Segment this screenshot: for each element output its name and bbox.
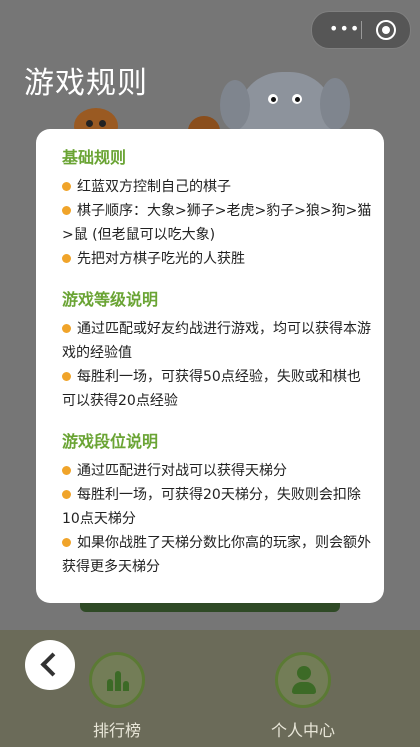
bar (123, 681, 129, 691)
game-rules-screen: ••• 游戏规则 基础规则 红蓝双方控制自己的棋子 棋子顺序：大象>狮子>老虎>… (0, 0, 420, 747)
rule-item: 先把对方棋子吃光的人获胜 (62, 247, 372, 271)
bullet-dot (62, 371, 71, 381)
elephant-eye (268, 94, 278, 104)
section-title: 游戏等级说明 (62, 290, 159, 309)
bar (107, 679, 113, 691)
mini-program-capsule: ••• (311, 11, 411, 49)
rule-item: 通过匹配进行对战可以获得天梯分 (62, 459, 372, 483)
rule-item: 通过匹配或好友约战进行游戏，均可以获得本游戏的经验值 (62, 321, 371, 361)
rule-item: 棋子顺序：大象>狮子>老虎>豹子>狼>狗>猫>鼠 (但老鼠可以吃大象) (62, 203, 372, 243)
rule-item: 每胜利一场，可获得20天梯分，失败则会扣除10点天梯分 (62, 487, 361, 527)
tiger-eye (86, 120, 93, 127)
elephant-eye (292, 94, 302, 104)
profile-button[interactable] (275, 652, 331, 708)
rules-section-level: 游戏等级说明 通过匹配或好友约战进行游戏，均可以获得本游戏的经验值 每胜利一场，… (62, 289, 372, 413)
profile-label[interactable]: 个人中心 (243, 717, 363, 741)
ranking-label[interactable]: 排行榜 (57, 717, 177, 741)
section-title: 游戏段位说明 (62, 432, 159, 451)
rule-item: 每胜利一场，可获得50点经验，失败或和棋也可以获得20点经验 (62, 369, 361, 409)
bar (115, 671, 121, 691)
rules-card: 基础规则 红蓝双方控制自己的棋子 棋子顺序：大象>狮子>老虎>豹子>狼>狗>猫>… (36, 129, 384, 603)
bar-chart-icon (107, 671, 129, 691)
rules-section-rank: 游戏段位说明 通过匹配进行对战可以获得天梯分 每胜利一场，可获得20天梯分，失败… (62, 431, 372, 579)
bullet-dot (62, 323, 71, 333)
target-circle-icon[interactable] (376, 20, 396, 40)
bullet-dot (62, 489, 71, 499)
bullet-dot (62, 253, 71, 263)
person-icon-body (292, 682, 316, 694)
bullet-dot (62, 181, 71, 191)
page-title: 游戏规则 (24, 66, 148, 101)
elephant-ear (320, 78, 350, 130)
tiger-eye (99, 120, 106, 127)
more-dots-icon[interactable]: ••• (329, 20, 360, 38)
rule-item: 如果你战胜了天梯分数比你高的玩家，则会额外获得更多天梯分 (62, 535, 371, 575)
bullet-dot (62, 465, 71, 475)
person-icon (297, 666, 311, 680)
bullet-dot (62, 537, 71, 547)
rules-section-basic: 基础规则 红蓝双方控制自己的棋子 棋子顺序：大象>狮子>老虎>豹子>狼>狗>猫>… (62, 147, 372, 271)
bullet-dot (62, 205, 71, 215)
back-button[interactable] (25, 640, 75, 690)
section-title: 基础规则 (62, 148, 127, 167)
chevron-left-icon (40, 652, 65, 677)
capsule-divider (361, 21, 362, 39)
ranking-button[interactable] (89, 652, 145, 708)
rule-item: 红蓝双方控制自己的棋子 (62, 175, 372, 199)
elephant-ear (220, 80, 250, 130)
